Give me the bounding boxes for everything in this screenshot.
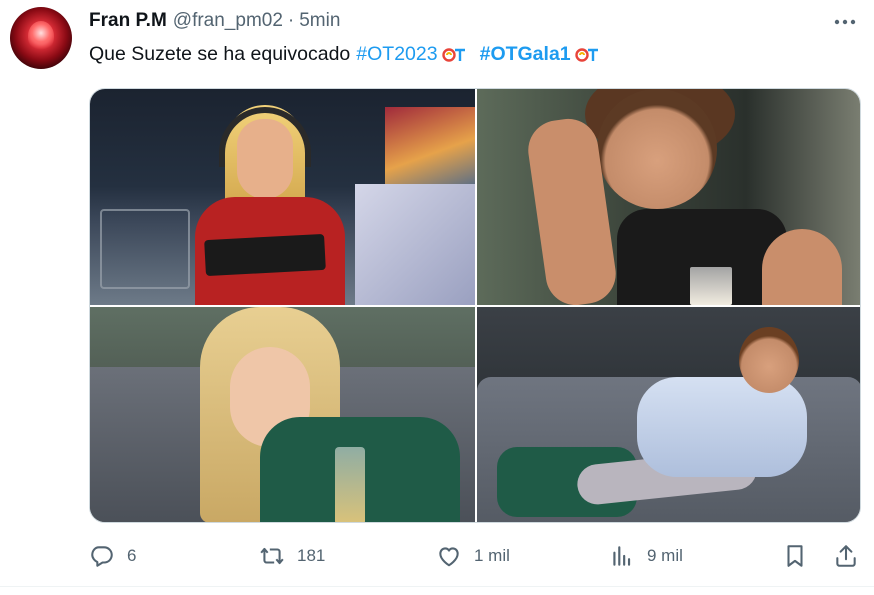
media-grid [89,88,861,523]
more-icon [834,19,856,25]
share-button[interactable] [833,540,859,572]
views-icon [613,546,631,566]
like-button[interactable]: 1 mil [436,540,510,572]
separator-dot: · [287,10,295,31]
tweet-body: Que Suzete se ha equivocado [89,43,351,65]
media-photo-1[interactable] [90,89,475,305]
retweet-icon [260,547,284,565]
author-handle[interactable]: @fran_pm02 [173,10,283,32]
reply-button[interactable]: 6 [89,540,136,572]
tweet-text: Que Suzete se ha equivocado #OT2023 #OTG… [89,43,603,66]
more-options-button[interactable] [830,8,860,36]
tweet-timestamp[interactable]: 5min [299,10,340,32]
action-bar: 6 181 1 mil 9 mil [89,540,861,572]
champagne-flute-shape [335,447,365,522]
retweet-button[interactable]: 181 [259,540,325,572]
avatar[interactable] [10,7,72,69]
like-count: 1 mil [474,546,510,565]
author-display-name[interactable]: Fran P.M [89,10,167,32]
heart-icon [439,547,459,567]
set-panel-shape [355,184,475,305]
shoulder-shape [762,229,842,305]
media-photo-3[interactable] [90,307,475,522]
person-shape [185,97,365,305]
share-icon [836,545,856,567]
media-photo-2[interactable] [477,89,860,305]
divider [0,586,874,587]
ot-hashflag-icon [441,47,465,62]
tablet-shape [204,233,326,277]
headphones-shape [219,107,311,167]
glass-shape [690,267,732,305]
reply-count: 6 [127,546,137,565]
tweet-header: Fran P.M @fran_pm02 · 5min [89,10,340,34]
views-button[interactable]: 9 mil [609,540,683,572]
hashtag-otgala1[interactable]: #OTGala1 [480,43,571,66]
head-shape [597,89,717,209]
media-photo-4[interactable] [477,307,860,522]
reply-icon [91,546,113,567]
bookmark-button[interactable] [782,540,808,572]
retweet-count: 181 [297,546,326,565]
bookmark-icon [787,545,803,567]
hashtag-ot2023[interactable]: #OT2023 [356,43,437,66]
shopping-cart-shape [100,209,190,289]
robe-shape [637,377,807,477]
views-count: 9 mil [647,546,683,565]
head-shape [739,327,799,393]
ot-hashflag-icon [574,47,598,62]
